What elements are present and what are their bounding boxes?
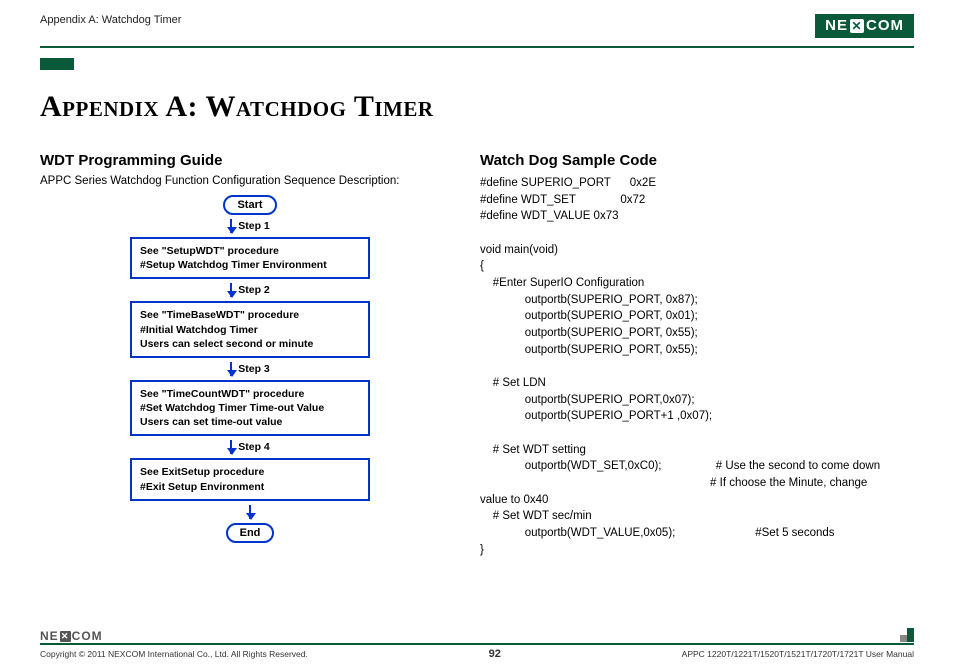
wdt-guide-desc: APPC Series Watchdog Function Configurat… (40, 175, 430, 187)
bottom-rule (40, 643, 914, 645)
sample-code-block: #define SUPERIO_PORT 0x2E #define WDT_SE… (480, 175, 914, 558)
flow-box-1-line1: See "SetupWDT" procedure (140, 244, 360, 258)
step-1-label: Step 1 (238, 220, 270, 232)
step-3-label: Step 3 (238, 363, 270, 375)
flow-box-2-line2: #Initial Watchdog Timer (140, 323, 360, 337)
logo-x-icon: ✕ (850, 19, 864, 33)
step-2-label: Step 2 (238, 284, 270, 296)
wdt-guide-heading: WDT Programming Guide (40, 152, 430, 169)
sample-code-heading: Watch Dog Sample Code (480, 152, 914, 169)
flow-end: End (226, 523, 275, 543)
flow-box-1-line2: #Setup Watchdog Timer Environment (140, 258, 360, 272)
arrow-down-icon (230, 362, 232, 376)
arrow-down-icon (230, 219, 232, 233)
right-column: Watch Dog Sample Code #define SUPERIO_PO… (480, 152, 914, 558)
flow-box-1: See "SetupWDT" procedure #Setup Watchdog… (130, 237, 370, 279)
flow-box-2-line1: See "TimeBaseWDT" procedure (140, 308, 360, 322)
page-number: 92 (489, 648, 501, 660)
flow-box-4: See ExitSetup procedure #Exit Setup Envi… (130, 458, 370, 500)
flow-box-3-line3: Users can set time-out value (140, 415, 360, 429)
brand-logo: NE✕COM (815, 14, 914, 38)
footer-logo-x-icon: ✕ (60, 631, 71, 642)
page-title: Appendix A: Watchdog Timer (40, 90, 914, 124)
flow-box-4-line1: See ExitSetup procedure (140, 465, 360, 479)
flow-box-4-line2: #Exit Setup Environment (140, 480, 360, 494)
copyright-text: Copyright © 2011 NEXCOM International Co… (40, 649, 308, 659)
section-tab (40, 58, 74, 70)
flow-box-3-line2: #Set Watchdog Timer Time-out Value (140, 401, 360, 415)
left-column: WDT Programming Guide APPC Series Watchd… (40, 152, 430, 558)
breadcrumb: Appendix A: Watchdog Timer (40, 14, 181, 26)
page-footer: NE✕COM Copyright © 2011 NEXCOM Internati… (40, 629, 914, 660)
flow-start: Start (223, 195, 276, 215)
flow-box-2: See "TimeBaseWDT" procedure #Initial Wat… (130, 301, 370, 358)
manual-title: APPC 1220T/1221T/1520T/1521T/1720T/1721T… (682, 649, 914, 659)
flow-box-3: See "TimeCountWDT" procedure #Set Watchd… (130, 380, 370, 437)
flowchart: Start Step 1 See "SetupWDT" procedure #S… (70, 195, 430, 543)
flow-box-2-line3: Users can select second or minute (140, 337, 360, 351)
arrow-down-icon (230, 283, 232, 297)
top-rule (40, 46, 914, 48)
arrow-down-icon (249, 505, 251, 519)
footer-logo: NE✕COM (40, 629, 914, 643)
flow-box-3-line1: See "TimeCountWDT" procedure (140, 387, 360, 401)
step-4-label: Step 4 (238, 441, 270, 453)
arrow-down-icon (230, 440, 232, 454)
